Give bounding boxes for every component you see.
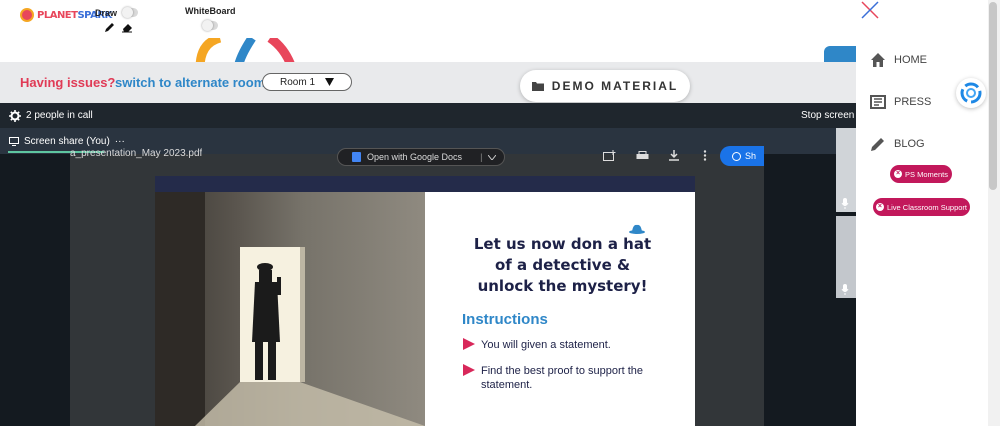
sidebar-item-label: BLOG (894, 138, 925, 150)
bullet-arrow-icon (463, 364, 475, 376)
sidebar-item-home[interactable]: HOME (870, 50, 927, 70)
pencil-tool-icon[interactable] (104, 22, 115, 33)
slide-title-line-3: unlock the mystery! (477, 277, 648, 295)
sidebar-item-label: PRESS (894, 96, 932, 108)
home-icon (871, 53, 885, 67)
newspaper-icon (870, 95, 886, 109)
separator: | (480, 152, 483, 162)
sidebar-item-label: HOME (894, 54, 927, 66)
slide-title-line-2: of a detective & (494, 256, 631, 274)
close-icon[interactable] (860, 0, 880, 20)
screen-share-tab[interactable]: Screen share (You) ··· (9, 136, 125, 147)
sidebar-item-press[interactable]: PRESS (870, 92, 931, 112)
share-label: Sh (745, 151, 757, 161)
demo-material-label: DEMO MATERIAL (551, 79, 679, 93)
bullet-arrow-icon (463, 338, 475, 350)
chevron-down-icon[interactable] (488, 154, 497, 160)
download-icon[interactable] (668, 150, 680, 161)
screen-share-icon (9, 137, 19, 146)
floating-assistant-button[interactable] (956, 78, 986, 108)
demo-material-button[interactable]: DEMO MATERIAL (520, 70, 690, 102)
live-classroom-support-button[interactable]: × Live Classroom Support (873, 198, 970, 216)
detective-illustration (155, 192, 425, 426)
draw-toggle[interactable] (122, 7, 138, 18)
dropdown-triangle-icon (325, 78, 334, 86)
having-issues-text: Having issues? (20, 75, 116, 90)
room-select-value: Room 1 (279, 76, 315, 88)
switch-room-link[interactable]: switch to alternate room (115, 75, 265, 90)
instruction-bullet-1: You will given a statement. (481, 339, 611, 351)
ps-moments-button[interactable]: × PS Moments (890, 165, 952, 183)
more-options-icon[interactable]: ··· (115, 136, 125, 147)
pdf-share-button[interactable]: Sh (720, 146, 764, 166)
settings-gear-icon[interactable] (9, 110, 21, 122)
stop-screen-share-button[interactable]: Stop screen (801, 110, 854, 121)
live-support-label: Live Classroom Support (886, 202, 968, 212)
room-select[interactable]: Room 1 (262, 73, 352, 91)
instructions-heading: Instructions (462, 311, 548, 328)
whiteboard-label: WhiteBoard (185, 6, 236, 16)
google-docs-icon (352, 152, 361, 162)
globe-icon (732, 151, 741, 161)
slide-title: Let us now don a hat of a detective & un… (455, 234, 670, 297)
print-icon[interactable] (636, 151, 649, 161)
slide-title-line-1: Let us now don a hat (473, 235, 652, 253)
hat-icon (629, 224, 645, 234)
sidebar-item-blog[interactable]: BLOG (870, 134, 925, 154)
detective-photo (155, 192, 425, 426)
whiteboard-toggle[interactable] (202, 20, 218, 31)
pdf-filename: a_presentation_May 2023.pdf (70, 148, 203, 159)
add-to-drive-icon[interactable] (603, 150, 616, 161)
pencil-icon (871, 138, 884, 151)
logo-mark-icon (20, 8, 34, 22)
screen-share-label: Screen share (You) (24, 136, 110, 147)
ps-moments-label: PS Moments (905, 169, 948, 179)
open-with-label: Open with Google Docs (367, 152, 463, 162)
swirl-logo-icon (960, 82, 982, 104)
logo-text-planet: PLANET (37, 9, 78, 21)
scrollbar-thumb[interactable] (989, 2, 997, 190)
mic-icon[interactable] (841, 284, 849, 295)
open-with-google-docs-button[interactable]: Open with Google Docs | (337, 148, 505, 166)
close-circle-icon: × (875, 203, 884, 211)
mic-icon[interactable] (841, 198, 849, 209)
folder-icon (531, 82, 544, 91)
eraser-tool-icon[interactable] (121, 22, 133, 33)
instruction-bullet-2: Find the best proof to support the state… (481, 365, 644, 391)
people-in-call-count: 2 people in call (26, 110, 93, 121)
call-header (0, 103, 856, 128)
draw-label: Draw (95, 8, 118, 18)
close-circle-icon: × (894, 170, 903, 178)
more-vertical-icon[interactable] (703, 150, 707, 161)
